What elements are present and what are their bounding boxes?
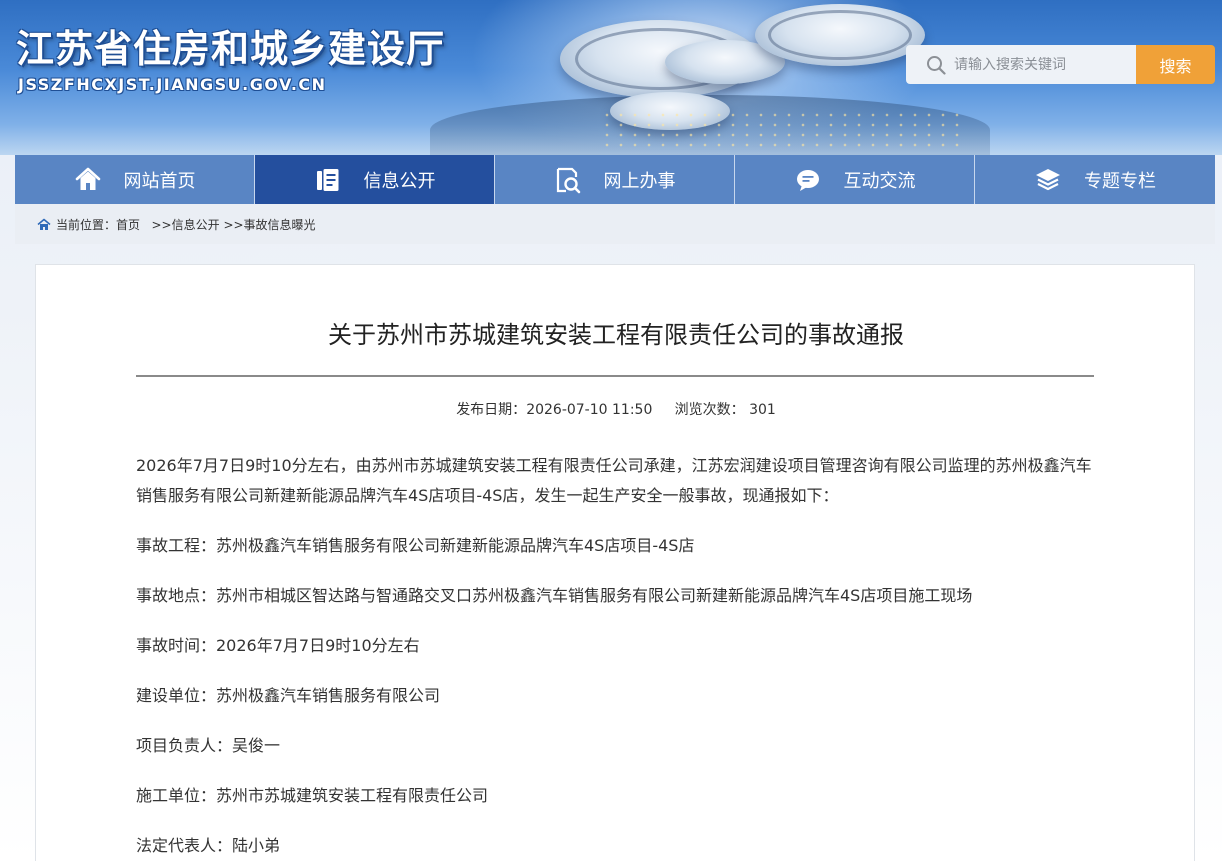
article-meta: 发布日期：2026-07-10 11:50 浏览次数： 301 [36, 399, 1196, 419]
breadcrumb-gap [140, 217, 151, 231]
breadcrumb-info[interactable]: >>信息公开 [151, 216, 219, 233]
article-title: 关于苏州市苏城建筑安装工程有限责任公司的事故通报 [328, 321, 904, 349]
breadcrumb: 当前位置： 首页 >>信息公开 >>事故信息曝光 [15, 204, 1215, 244]
date-label: 发布日期： [456, 402, 527, 418]
view-count: 301 [749, 402, 776, 418]
nav-label: 信息公开 [363, 170, 436, 192]
nav-item-home[interactable]: 网站首页 [15, 155, 255, 204]
site-domain: JSSZFHCXJST.JIANGSU.GOV.CN [18, 75, 327, 94]
chat-bubble-icon [796, 169, 819, 191]
paragraph-legal-rep: 法定代表人：陆小弟 [136, 836, 281, 855]
nav-label: 网上办事 [603, 170, 676, 192]
title-divider [136, 375, 1094, 377]
meta-gap [652, 402, 674, 418]
stadium-rings-right [768, 10, 912, 60]
main-nav: 网站首页 信息公开 网上办事 互动交流 专题专栏 [15, 155, 1215, 204]
search-box [906, 45, 1136, 84]
nav-item-special[interactable]: 专题专栏 [975, 155, 1215, 204]
nav-item-interaction[interactable]: 互动交流 [735, 155, 975, 204]
paragraph-contractor: 施工单位：苏州市苏城建筑安装工程有限责任公司 [136, 786, 489, 805]
nav-label: 互动交流 [843, 170, 916, 192]
city-lights [600, 110, 960, 150]
site-title[interactable]: 江苏省住房和城乡建设厅 [16, 18, 445, 73]
publish-date: 2026-07-10 11:50 [526, 402, 653, 418]
paragraph-builder: 建设单位：苏州极鑫汽车销售服务有限公司 [136, 686, 441, 705]
home-icon [37, 218, 51, 230]
document-icon [316, 168, 338, 191]
paragraph-intro: 2026年7月7日9时10分左右，由苏州市苏城建筑安装工程有限责任公司承建，江苏… [136, 456, 1092, 505]
article-body: 2026年7月7日9时10分左右，由苏州市苏城建筑安装工程有限责任公司承建，江苏… [136, 451, 1096, 861]
paragraph-time: 事故时间：2026年7月7日9时10分左右 [136, 636, 420, 655]
paragraph-location: 事故地点：苏州市相城区智达路与智通路交叉口苏州极鑫汽车销售服务有限公司新建新能源… [136, 586, 973, 605]
layers-icon [1036, 168, 1060, 190]
paragraph-project: 事故工程：苏州极鑫汽车销售服务有限公司新建新能源品牌汽车4S店项目-4S店 [136, 536, 695, 555]
article-card: 关于苏州市苏城建筑安装工程有限责任公司的事故通报 发布日期：2026-07-10… [35, 264, 1195, 861]
breadcrumb-home[interactable]: 首页 [116, 216, 140, 233]
nav-item-online-service[interactable]: 网上办事 [495, 155, 735, 204]
nav-label: 网站首页 [123, 170, 196, 192]
search-input[interactable] [954, 56, 1134, 73]
home-icon [75, 167, 100, 190]
magnifier-document-icon [556, 167, 580, 193]
breadcrumb-prefix: 当前位置： [56, 217, 117, 232]
nav-label: 专题专栏 [1084, 170, 1156, 192]
breadcrumb-accident[interactable]: >>事故信息曝光 [223, 216, 315, 233]
search-button[interactable]: 搜索 [1136, 45, 1215, 84]
views-label: 浏览次数： [674, 402, 745, 418]
nav-item-info[interactable]: 信息公开 [255, 155, 495, 204]
paragraph-manager: 项目负责人：吴俊一 [136, 736, 281, 755]
search-icon [927, 55, 946, 75]
